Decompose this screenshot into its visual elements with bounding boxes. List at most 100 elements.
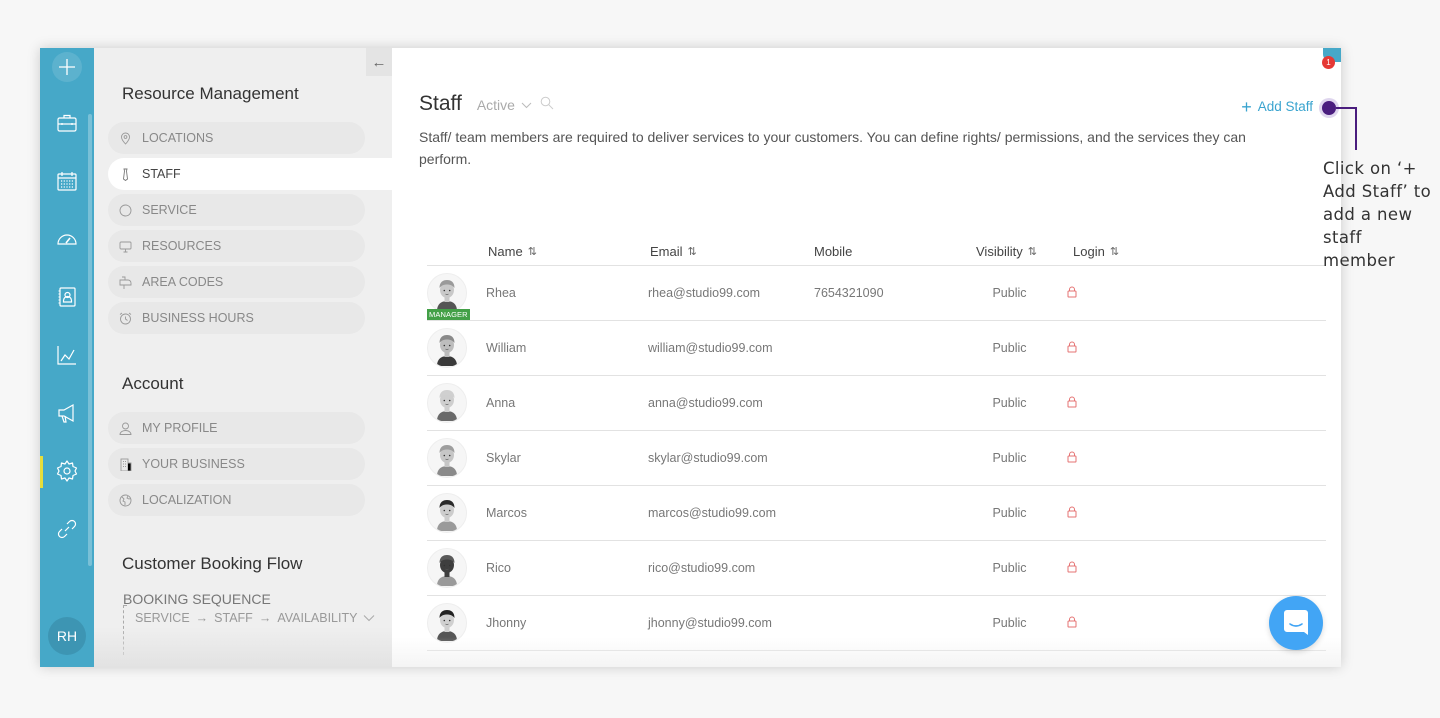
contacts-icon <box>58 287 76 307</box>
sidebar-item-resources[interactable]: RESOURCES <box>108 230 365 262</box>
table-row[interactable]: William william@studio99.com Public <box>427 321 1326 376</box>
person-avatar-icon <box>437 445 457 476</box>
login-toggle[interactable] <box>1052 561 1152 576</box>
avatar-cell <box>427 548 486 588</box>
notification-badge[interactable]: 1 <box>1322 56 1335 69</box>
person-avatar-icon <box>437 335 457 366</box>
rail-item-megaphone[interactable] <box>40 384 94 442</box>
collapse-panel-button[interactable]: ← <box>366 48 392 76</box>
sort-by-email[interactable]: Email ⇅ <box>648 244 814 259</box>
arrow-left-icon: ← <box>371 53 387 71</box>
rail-item-dashboard[interactable] <box>40 210 94 268</box>
sidebar-item-localization[interactable]: LOCALIZATION <box>108 484 365 516</box>
login-toggle[interactable] <box>1052 341 1152 356</box>
login-toggle[interactable] <box>1052 451 1152 466</box>
header-name: Name <box>488 244 523 259</box>
sidebar-item-locations[interactable]: LOCATIONS <box>108 122 365 154</box>
sidebar-item-label: BUSINESS HOURS <box>142 311 254 325</box>
staff-email: marcos@studio99.com <box>648 506 777 520</box>
person-avatar-icon <box>437 280 457 311</box>
avatar-cell <box>427 383 486 423</box>
rail-item-calendar[interactable] <box>40 152 94 210</box>
sidebar-item-area-codes[interactable]: AREA CODES <box>108 266 365 298</box>
manager-badge: MANAGER <box>427 309 470 320</box>
settings-icon <box>56 460 78 482</box>
staff-email: skylar@studio99.com <box>648 451 768 465</box>
rail-item-analytics[interactable] <box>40 326 94 384</box>
sidebar-item-label: MY PROFILE <box>142 421 218 435</box>
monitor-icon <box>108 240 142 253</box>
table-row[interactable]: Rico rico@studio99.com Public <box>427 541 1326 596</box>
staff-email: jhonny@studio99.com <box>648 616 772 630</box>
sidebar-item-service[interactable]: SERVICE <box>108 194 365 226</box>
rail-item-settings[interactable] <box>40 442 94 500</box>
sort-icon: ⇅ <box>1109 246 1120 258</box>
chat-icon <box>1284 610 1308 635</box>
lock-icon <box>1067 616 1077 627</box>
location-pin-icon <box>108 132 142 145</box>
rail-item-briefcase[interactable] <box>40 94 94 152</box>
sidebar-item-my-profile[interactable]: MY PROFILE <box>108 412 365 444</box>
table-row[interactable]: MANAGER Rhea rhea@studio99.com 765432109… <box>427 266 1326 321</box>
mailbox-icon <box>108 276 142 289</box>
user-avatar[interactable]: RH <box>48 617 86 655</box>
sort-icon: ⇅ <box>1027 246 1037 258</box>
settings-panel: ← Resource Management LOCATIONS STAFF SERV… <box>94 48 392 667</box>
lock-icon <box>1067 451 1077 462</box>
login-toggle[interactable] <box>1052 396 1152 411</box>
sidebar-item-business-hours[interactable]: BUSINESS HOURS <box>108 302 365 334</box>
sort-by-name[interactable]: Name ⇅ <box>486 244 648 259</box>
status-filter-dropdown[interactable]: Active <box>477 97 532 113</box>
staff-name: Rhea <box>486 286 516 300</box>
avatar <box>427 273 467 313</box>
resource-management-section: Resource Management LOCATIONS STAFF SERVIC… <box>94 84 392 338</box>
table-row[interactable]: Skylar skylar@studio99.com Public <box>427 431 1326 486</box>
app-window: RH ← Resource Management LOCATIONS STAFF S… <box>40 48 1341 667</box>
tie-icon <box>108 168 142 181</box>
staff-visibility: Public <box>992 506 1027 520</box>
plus-icon: + <box>1241 96 1252 117</box>
sort-by-login[interactable]: Login ⇅ <box>1052 244 1152 259</box>
add-staff-button[interactable]: + Add Staff <box>1241 96 1313 117</box>
staff-name: William <box>486 341 527 355</box>
staff-name: Marcos <box>486 506 527 520</box>
login-toggle[interactable] <box>1052 616 1152 631</box>
account-section: Account MY PROFILE YOUR BUSINESS LOCALIZAT… <box>94 374 365 520</box>
booking-flow-section: Customer Booking Flow BOOKING SEQUENCE S… <box>94 554 375 625</box>
dashboard-icon <box>57 234 77 245</box>
alarm-clock-icon <box>108 312 142 325</box>
chat-support-button[interactable] <box>1269 596 1323 650</box>
staff-visibility: Public <box>992 616 1027 630</box>
staff-email: rico@studio99.com <box>648 561 756 575</box>
sidebar-item-your-business[interactable]: YOUR BUSINESS <box>108 448 365 480</box>
sidebar-item-label: LOCATIONS <box>142 131 214 145</box>
login-toggle[interactable] <box>1052 506 1152 521</box>
staff-email: rhea@studio99.com <box>648 286 761 300</box>
avatar-cell: MANAGER <box>427 273 486 320</box>
search-button[interactable] <box>540 96 554 110</box>
staff-visibility: Public <box>992 286 1027 300</box>
sequence-step-3: AVAILABILITY <box>277 611 358 625</box>
table-row[interactable]: Anna anna@studio99.com Public <box>427 376 1326 431</box>
header-mobile-label: Mobile <box>814 244 853 259</box>
nav-rail: RH <box>40 48 94 667</box>
quick-add-button[interactable] <box>52 52 82 82</box>
rail-item-link[interactable] <box>40 500 94 558</box>
arrow-right-icon: → <box>195 611 209 625</box>
table-row[interactable]: Marcos marcos@studio99.com Public <box>427 486 1326 541</box>
login-toggle[interactable] <box>1052 286 1152 301</box>
briefcase-icon <box>57 114 77 132</box>
callout-connector <box>1355 107 1357 150</box>
booking-sequence-dropdown[interactable]: SERVICE → STAFF → AVAILABILITY <box>135 611 375 625</box>
sidebar-item-label: AREA CODES <box>142 275 224 289</box>
sort-by-visibility[interactable]: Visibility ⇅ <box>954 244 1052 259</box>
search-icon <box>540 96 554 110</box>
sidebar-item-staff[interactable]: STAFF <box>108 158 392 190</box>
header-email: Email <box>650 244 683 259</box>
sequence-step-2: STAFF <box>214 611 253 625</box>
rail-item-contacts[interactable] <box>40 268 94 326</box>
sort-icon: ⇅ <box>527 246 537 258</box>
resource-management-title: Resource Management <box>122 84 299 103</box>
header-visibility: Visibility <box>976 244 1023 259</box>
header-login: Login <box>1073 244 1105 259</box>
